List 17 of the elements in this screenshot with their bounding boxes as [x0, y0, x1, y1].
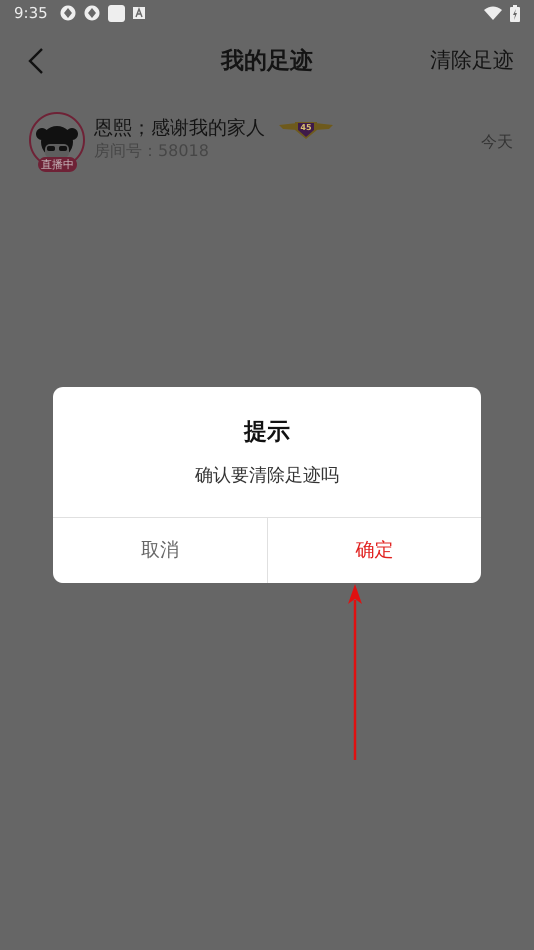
- keyboard-icon: [132, 7, 145, 19]
- cancel-button[interactable]: 取消: [53, 518, 266, 583]
- clear-history-button[interactable]: 清除足迹: [430, 45, 514, 77]
- status-time: 9:35: [14, 2, 48, 24]
- live-badge: 直播中: [38, 157, 77, 172]
- dialog-title: 提示: [242, 418, 291, 447]
- confirm-button[interactable]: 确定: [266, 518, 481, 583]
- wifi-icon: [484, 6, 502, 20]
- streamer-name: 恩熙；感谢我的家人: [94, 116, 265, 140]
- app-icon: [84, 5, 100, 21]
- back-icon[interactable]: [28, 48, 44, 74]
- level-badge: 45: [277, 116, 335, 140]
- app-icon: [60, 5, 76, 21]
- page-title: 我的足迹: [221, 46, 313, 76]
- dialog-message: 确认要清除足迹吗: [194, 464, 340, 488]
- square-icon: [108, 4, 125, 22]
- battery-icon: [510, 4, 520, 22]
